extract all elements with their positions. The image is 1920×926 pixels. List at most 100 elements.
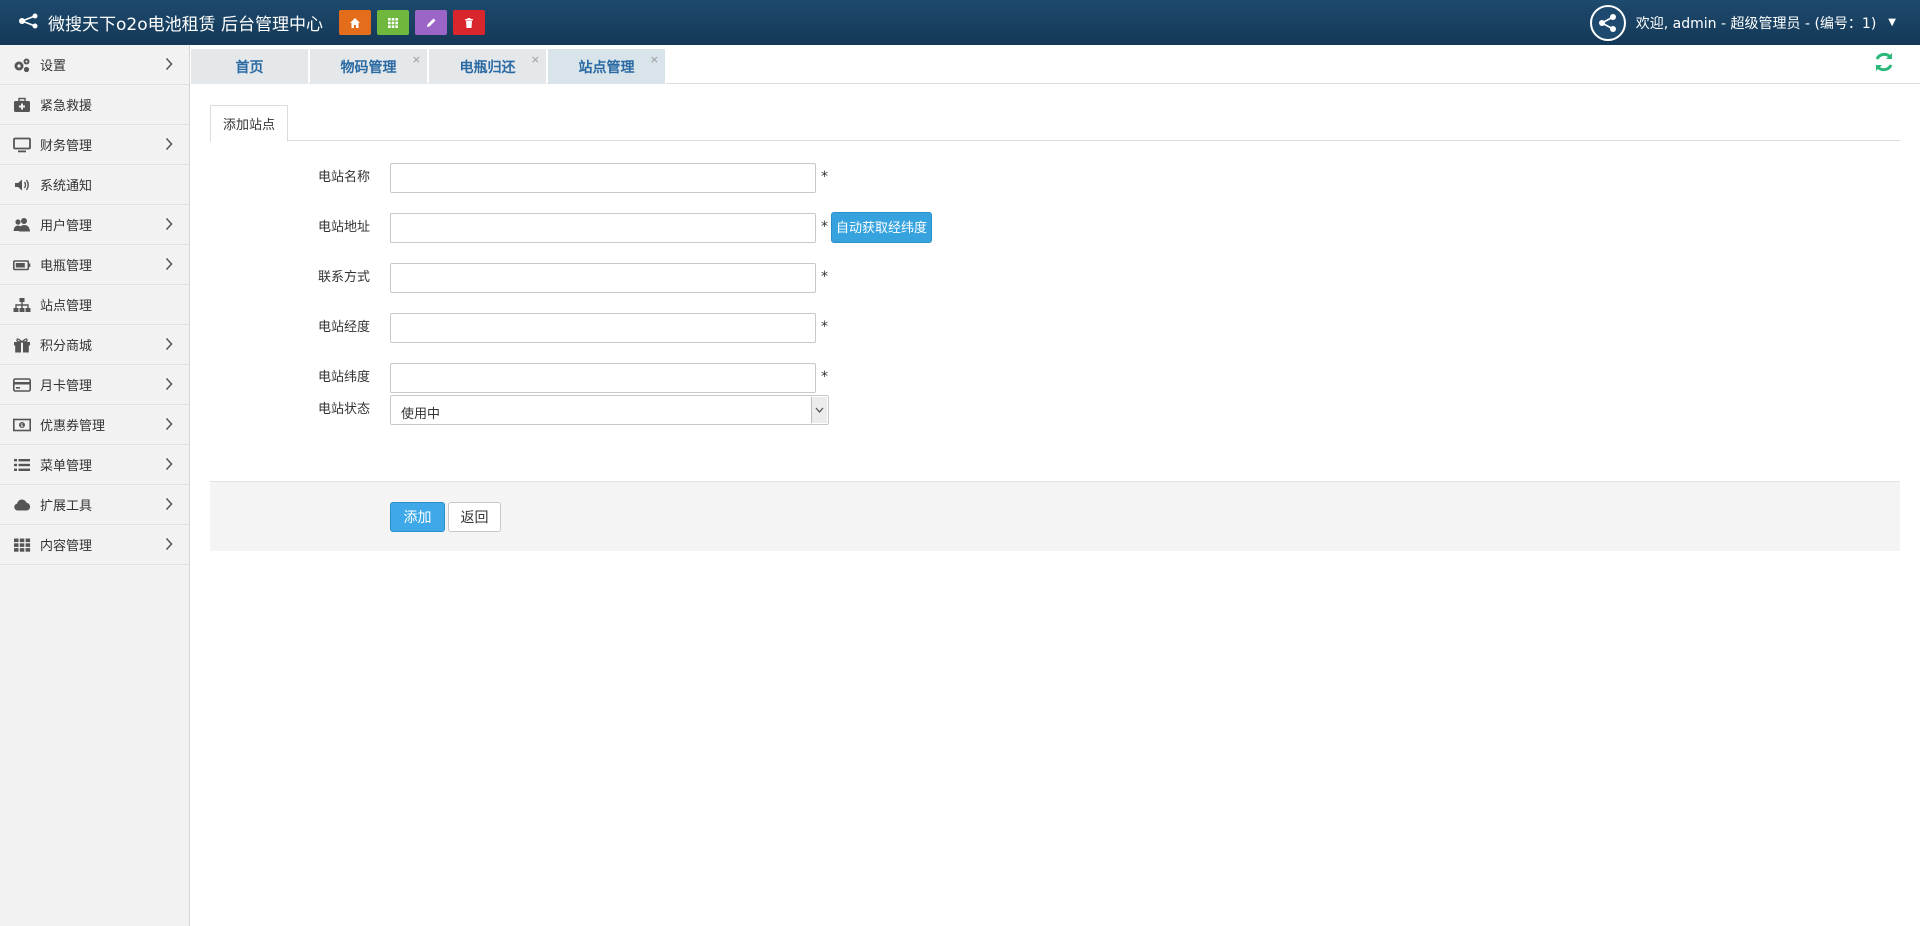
speaker-icon bbox=[12, 177, 32, 193]
sidebar-item-label: 用户管理 bbox=[40, 219, 93, 234]
sidebar-item[interactable]: 月卡管理 bbox=[0, 365, 189, 405]
chevron-right-icon bbox=[165, 537, 173, 551]
sidebar-item-label: 扩展工具 bbox=[40, 499, 93, 514]
sidebar-item[interactable]: 用户管理 bbox=[0, 205, 189, 245]
grid-button[interactable] bbox=[377, 10, 409, 35]
medkit-icon bbox=[12, 97, 32, 113]
close-icon[interactable]: × bbox=[531, 53, 540, 66]
field-label: 联系方式 bbox=[317, 270, 370, 285]
status-row: 电站状态 使用中 bbox=[210, 395, 1210, 425]
app-title: 微搜天下o2o电池租赁 后台管理中心 bbox=[48, 15, 324, 35]
field-label: 电站名称 bbox=[317, 170, 370, 185]
list-icon bbox=[12, 457, 32, 473]
sidebar-item[interactable]: 扩展工具 bbox=[0, 485, 189, 525]
gift-icon bbox=[12, 337, 32, 353]
users-icon bbox=[12, 217, 32, 233]
form-actions: 添加 返回 bbox=[210, 481, 1900, 551]
required-mark: * bbox=[821, 369, 828, 385]
battery-icon bbox=[12, 257, 32, 273]
sidebar-item[interactable]: 设置 bbox=[0, 45, 189, 85]
caret-down-icon: ▼ bbox=[1888, 17, 1896, 28]
text-input[interactable] bbox=[390, 263, 816, 293]
status-select[interactable]: 使用中 bbox=[390, 395, 829, 425]
sidebar-item[interactable]: 内容管理 bbox=[0, 525, 189, 565]
form-row: 联系方式 * bbox=[210, 263, 1210, 293]
user-greeting: 欢迎, admin - 超级管理员 - (编号：1) bbox=[1635, 15, 1877, 32]
close-icon[interactable]: × bbox=[650, 53, 659, 66]
tab[interactable]: 站点管理 × bbox=[548, 49, 666, 84]
sidebar-item-label: 系统通知 bbox=[40, 179, 93, 194]
sidebar-item-label: 财务管理 bbox=[40, 139, 93, 154]
chevron-down-icon bbox=[811, 397, 827, 423]
field-label: 电站纬度 bbox=[317, 370, 370, 385]
close-icon[interactable]: × bbox=[412, 53, 421, 66]
apps-icon bbox=[12, 537, 32, 553]
chevron-right-icon bbox=[165, 217, 173, 231]
sidebar-item[interactable]: 财务管理 bbox=[0, 125, 189, 165]
sidebar: 设置紧急救援财务管理系统通知用户管理电瓶管理站点管理 积分商城月卡管理 $ 优惠券管理… bbox=[0, 45, 190, 926]
sidebar-item[interactable]: 积分商城 bbox=[0, 325, 189, 365]
chevron-right-icon bbox=[165, 257, 173, 271]
edit-button[interactable] bbox=[415, 10, 447, 35]
share-nodes-icon bbox=[18, 13, 40, 33]
chevron-right-icon bbox=[165, 57, 173, 71]
chevron-right-icon bbox=[165, 377, 173, 391]
chevron-right-icon bbox=[165, 337, 173, 351]
tab[interactable]: 首页 bbox=[191, 49, 309, 84]
sidebar-item[interactable]: $ 优惠券管理 bbox=[0, 405, 189, 445]
sidebar-item-label: 电瓶管理 bbox=[40, 259, 93, 274]
pencil-icon bbox=[427, 18, 436, 27]
sidebar-item[interactable]: 菜单管理 bbox=[0, 445, 189, 485]
field-label: 电站地址 bbox=[317, 220, 370, 235]
grid-icon bbox=[388, 17, 398, 28]
credit-card-icon bbox=[12, 377, 32, 393]
sidebar-item-label: 月卡管理 bbox=[40, 379, 93, 394]
form-row: 电站名称 * bbox=[210, 163, 1210, 193]
chevron-right-icon bbox=[165, 417, 173, 431]
sidebar-item-label: 设置 bbox=[40, 59, 67, 74]
main-content: 添加站点 电站状态 使用中 电站名称 * 电站地址 * 自动获取经纬度 联系方式 * 电站经度… bbox=[210, 105, 1900, 551]
sitemap-icon bbox=[12, 297, 32, 313]
svg-text:$: $ bbox=[20, 423, 23, 429]
tab[interactable]: 物码管理 × bbox=[310, 49, 428, 84]
gears-icon bbox=[12, 57, 32, 73]
sidebar-item[interactable]: 站点管理 bbox=[0, 285, 189, 325]
brand: 微搜天下o2o电池租赁 后台管理中心 bbox=[18, 0, 323, 45]
tab[interactable]: 电瓶归还 × bbox=[429, 49, 547, 84]
tab-add-station[interactable]: 添加站点 bbox=[210, 105, 289, 142]
home-button[interactable] bbox=[339, 10, 371, 35]
tab-label: 首页 bbox=[235, 59, 264, 76]
tab-label: 站点管理 bbox=[578, 59, 635, 76]
refresh-icon[interactable] bbox=[1872, 50, 1896, 74]
tab-bar: 首页 物码管理 × 电瓶归还 × 站点管理 × bbox=[191, 45, 1920, 84]
chevron-right-icon bbox=[165, 137, 173, 151]
add-button[interactable]: 添加 bbox=[390, 502, 445, 532]
top-bar: 微搜天下o2o电池租赁 后台管理中心 欢迎, admin - 超级管理员 - (… bbox=[0, 0, 1920, 45]
share-nodes-icon bbox=[1598, 13, 1616, 32]
form-row: 电站纬度 * bbox=[210, 363, 1210, 393]
user-menu[interactable]: 欢迎, admin - 超级管理员 - (编号：1) ▼ bbox=[1589, 0, 1896, 45]
sidebar-item-label: 菜单管理 bbox=[40, 459, 93, 474]
sidebar-item[interactable]: 系统通知 bbox=[0, 165, 189, 205]
field-label: 电站经度 bbox=[317, 320, 370, 335]
form-row: 电站经度 * bbox=[210, 313, 1210, 343]
tab-label: 物码管理 bbox=[340, 59, 397, 76]
text-input[interactable] bbox=[390, 363, 816, 393]
sidebar-item[interactable]: 电瓶管理 bbox=[0, 245, 189, 285]
sidebar-item[interactable]: 紧急救援 bbox=[0, 85, 189, 125]
required-mark: * bbox=[821, 219, 828, 235]
text-input[interactable] bbox=[390, 163, 816, 193]
status-select-value: 使用中 bbox=[401, 407, 441, 422]
monitor-icon bbox=[12, 137, 32, 153]
required-mark: * bbox=[821, 169, 828, 185]
tab-label: 电瓶归还 bbox=[459, 59, 516, 76]
delete-button[interactable] bbox=[453, 10, 485, 35]
auto-geolocate-button[interactable]: 自动获取经纬度 bbox=[831, 212, 933, 243]
form-tabs: 添加站点 bbox=[210, 105, 1900, 142]
text-input[interactable] bbox=[390, 213, 816, 243]
back-button[interactable]: 返回 bbox=[448, 502, 501, 532]
home-icon bbox=[350, 17, 360, 28]
text-input[interactable] bbox=[390, 313, 816, 343]
field-label: 电站状态 bbox=[317, 402, 370, 417]
avatar[interactable] bbox=[1589, 4, 1626, 41]
